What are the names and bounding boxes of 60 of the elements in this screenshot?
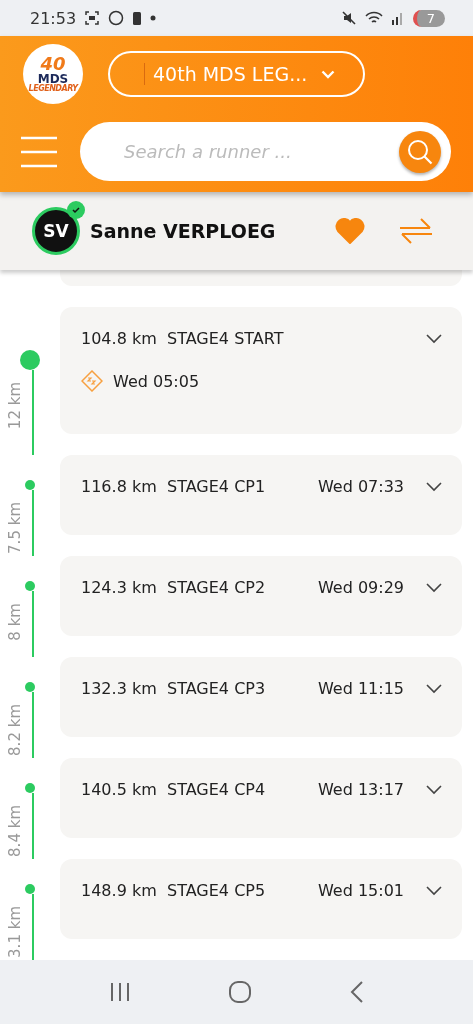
search-field[interactable]: Search a runner ... xyxy=(122,140,399,163)
battery-icon xyxy=(132,10,143,26)
screenshot-icon xyxy=(84,10,101,26)
checkpoint-distance: 116.8 km xyxy=(81,477,158,496)
logo-name: MDS xyxy=(37,73,69,85)
logo-tagline: LEGENDARY xyxy=(28,85,78,93)
chevron-down-icon[interactable] xyxy=(426,333,442,344)
checkpoint-distance: 132.3 km xyxy=(81,679,158,698)
checkpoint-name: STAGE4 CP4 xyxy=(167,780,267,799)
notification-count: 7 xyxy=(412,9,445,27)
heart-icon xyxy=(335,218,365,244)
verified-badge xyxy=(67,201,85,219)
chevron-down-icon[interactable] xyxy=(426,582,442,593)
checkpoint-name: STAGE4 CP5 xyxy=(167,881,267,900)
swap-arrows-icon xyxy=(399,217,433,245)
back-icon[interactable] xyxy=(349,981,364,1003)
checkpoint-card[interactable]: 140.5 km STAGE4 CP4 Wed 13:17 xyxy=(60,758,462,838)
logo-number: 40 xyxy=(40,55,66,73)
checkpoint-card[interactable]: 124.3 km STAGE4 CP2 Wed 09:29 xyxy=(60,556,462,636)
checkpoint-name: STAGE4 CP3 xyxy=(167,679,267,698)
checkpoint-distance: 148.9 km xyxy=(81,881,158,900)
checkpoint-name: STAGE4 CP1 xyxy=(167,477,267,496)
signal-icon xyxy=(390,10,405,26)
logo[interactable]: 40 MDS LEGENDARY xyxy=(23,44,83,104)
checkpoint-name: STAGE4 CP2 xyxy=(167,578,267,597)
chevron-down-icon[interactable] xyxy=(426,481,442,492)
checkpoint-time: Wed 09:29 xyxy=(317,578,404,597)
checkpoint-time: Wed 15:01 xyxy=(317,881,404,900)
menu-icon xyxy=(20,135,58,168)
checkpoint-distance: 124.3 km xyxy=(81,578,158,597)
checkpoint-distance: 140.5 km xyxy=(81,780,158,799)
runner-name: Sanne VERPLOEG xyxy=(90,220,276,242)
recent-apps-icon[interactable] xyxy=(109,982,132,1002)
timeline-dot xyxy=(25,783,35,793)
checkpoint-time: Wed 13:17 xyxy=(317,780,404,799)
chevron-down-icon xyxy=(321,69,336,79)
timeline-dot xyxy=(25,480,35,490)
wifi-icon xyxy=(364,10,383,26)
chevron-down-icon[interactable] xyxy=(426,784,442,795)
mute-icon xyxy=(340,10,357,26)
search-bar[interactable]: Search a runner ... xyxy=(80,122,451,181)
sleep-icon xyxy=(81,370,103,392)
timeline-dot xyxy=(25,682,35,692)
timeline-dot xyxy=(25,581,35,591)
checkpoint-time: Wed 07:33 xyxy=(317,477,404,496)
chevron-down-icon[interactable] xyxy=(426,885,442,896)
home-icon[interactable] xyxy=(229,981,252,1003)
checkpoint-time: Wed 11:15 xyxy=(317,679,404,698)
timeline-dot xyxy=(25,884,35,894)
checkpoint-card[interactable]: 116.8 km STAGE4 CP1 Wed 07:33 xyxy=(60,455,462,535)
status-time: 21:53 xyxy=(30,8,77,28)
dot-icon xyxy=(150,15,157,21)
checkpoint-time: Wed 05:05 xyxy=(113,371,200,391)
checkpoint-card[interactable]: 104.8 km STAGE4 START Wed 05:05 xyxy=(60,307,462,434)
checkpoint-card[interactable]: 132.3 km STAGE4 CP3 Wed 11:15 xyxy=(60,657,462,737)
checkpoint-distance: 104.8 km xyxy=(81,329,158,348)
checkpoint-card[interactable]: 148.9 km STAGE4 CP5 Wed 15:01 xyxy=(60,859,462,939)
checkpoint-name: STAGE4 START xyxy=(167,329,285,348)
timeline-dot xyxy=(20,350,40,370)
chevron-down-icon[interactable] xyxy=(426,683,442,694)
